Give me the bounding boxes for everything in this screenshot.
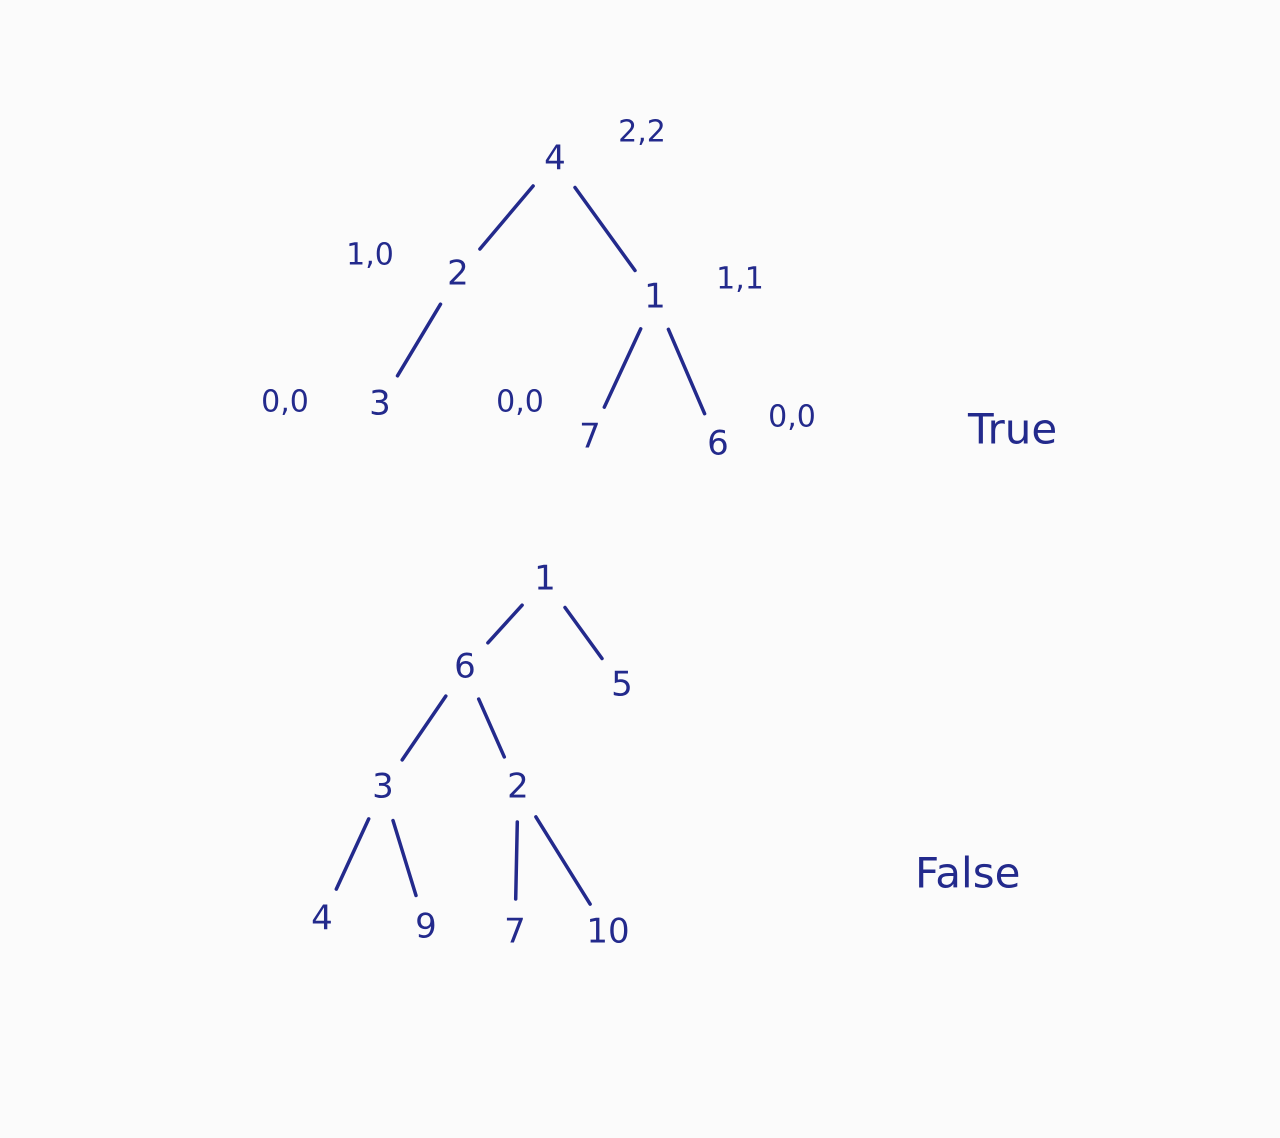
tree-node-label: 3 [372,767,394,807]
tree-node-label: 4 [544,139,566,179]
tree-edge [395,302,443,378]
node-annotation: 2,2 [618,115,666,150]
tree-node-label: 2 [447,254,469,294]
node-annotation: 0,0 [768,400,816,435]
tree-edge [391,818,418,898]
node-annotation: 0,0 [261,385,309,420]
tree-1: 4 2,2 2 1,0 1 1,1 3 0,0 7 0,0 6 0,0 True [261,115,1057,464]
tree-edge [334,817,371,891]
node-annotation: 1,1 [716,262,764,297]
verdict-label: False [915,849,1020,898]
tree-edge [476,697,507,759]
tree-node-label: 1 [534,559,556,599]
tree-edge [666,327,707,416]
tree-edge [534,815,592,906]
node-annotation: 0,0 [496,385,544,420]
tree-node-label: 9 [415,907,437,947]
verdict-label: True [967,405,1057,454]
tree-node-label: 4 [311,899,333,939]
tree-edge [602,327,643,409]
tree-node-label: 5 [611,665,633,705]
tree-node-label: 6 [454,647,476,687]
tree-edge [563,605,604,661]
tree-edge [513,820,520,901]
tree-node-label: 7 [504,912,526,952]
tree-2: 1 6 5 3 2 4 9 7 10 False [311,559,1020,952]
tree-node-label: 6 [707,424,729,464]
drawing-canvas: 4 2,2 2 1,0 1 1,1 3 0,0 7 0,0 6 0,0 True 1 6 5 3 2 4 9 7 10 Fa… [0,0,1280,1138]
tree-diagram: 4 2,2 2 1,0 1 1,1 3 0,0 7 0,0 6 0,0 True 1 6 5 3 2 4 9 7 10 Fa… [261,115,1057,952]
node-annotation: 1,0 [346,238,394,273]
tree-node-label: 1 [644,277,666,317]
tree-edge [400,694,448,762]
tree-edge [486,603,524,645]
tree-edge [478,184,535,251]
tree-node-label: 7 [579,417,601,457]
tree-node-label: 3 [369,384,391,424]
tree-edge [573,185,637,273]
tree-node-label: 10 [586,912,629,952]
tree-node-label: 2 [507,767,529,807]
